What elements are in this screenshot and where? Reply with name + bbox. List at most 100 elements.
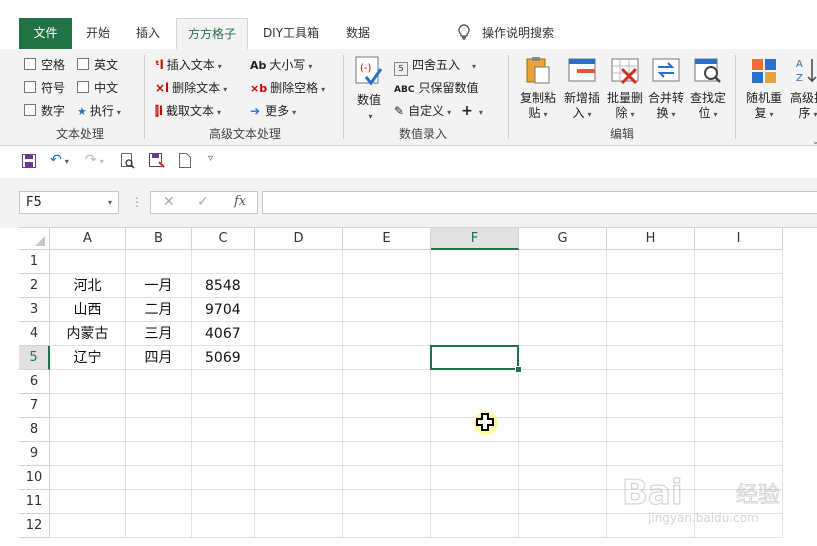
copy-paste-button[interactable]: 复制粘贴▾ [516,55,560,122]
cell-b5[interactable]: 四月 [126,346,192,370]
cell-g8[interactable] [519,418,607,442]
cell-f3[interactable] [431,298,519,322]
cell-c9[interactable] [192,442,255,466]
cell-c10[interactable] [192,466,255,490]
cell-d1[interactable] [255,250,343,274]
checkbox-space[interactable]: 空格 [24,57,65,73]
cell-b11[interactable] [126,490,192,514]
cell-a8[interactable] [50,418,126,442]
cell-i3[interactable] [695,298,783,322]
delete-text-button[interactable]: ×l删除文本▾ [155,80,227,98]
cell-g7[interactable] [519,394,607,418]
cell-h5[interactable] [607,346,695,370]
checkbox-symbol[interactable]: 符号 [24,80,65,96]
cell-d3[interactable] [255,298,343,322]
save-icon[interactable] [22,154,36,171]
tab-file[interactable]: 文件 [19,18,72,49]
cell-c8[interactable] [192,418,255,442]
cell-g4[interactable] [519,322,607,346]
number-big-button[interactable]: (-) 数值▾ [352,55,386,124]
cell-a3[interactable]: 山西 [50,298,126,322]
cell-g6[interactable] [519,370,607,394]
column-header-g[interactable]: G [519,228,607,250]
cell-d2[interactable] [255,274,343,298]
cell-d4[interactable] [255,322,343,346]
print-preview-icon[interactable] [121,153,135,172]
cell-f4[interactable] [431,322,519,346]
tell-me-search[interactable]: 操作说明搜索 [458,18,578,49]
cell-g9[interactable] [519,442,607,466]
row-header-9[interactable]: 9 [19,442,50,466]
column-header-d[interactable]: D [255,228,343,250]
cell-g2[interactable] [519,274,607,298]
cell-b2[interactable]: 一月 [126,274,192,298]
cell-h4[interactable] [607,322,695,346]
cell-a4[interactable]: 内蒙古 [50,322,126,346]
cell-e8[interactable] [343,418,431,442]
checkbox-english[interactable]: 英文 [77,57,118,73]
function-icon[interactable]: fx [234,194,246,209]
more-button[interactable]: ➔更多▾ [250,103,296,121]
extract-text-button[interactable]: ⫿l截取文本▾ [155,103,221,121]
cell-a2[interactable]: 河北 [50,274,126,298]
row-header-2[interactable]: 2 [19,274,50,298]
cell-e9[interactable] [343,442,431,466]
cell-g11[interactable] [519,490,607,514]
more-dots-icon[interactable]: ⋮ [131,195,143,209]
select-all-corner[interactable] [19,228,50,250]
cell-f1[interactable] [431,250,519,274]
column-header-c[interactable]: C [192,228,255,250]
cell-g12[interactable] [519,514,607,538]
column-header-f[interactable]: F [431,228,519,250]
cell-f9[interactable] [431,442,519,466]
cell-b7[interactable] [126,394,192,418]
cell-f10[interactable] [431,466,519,490]
tab-home[interactable]: 开始 [74,18,122,49]
round-button[interactable]: 5四舍五入▾ [394,57,476,76]
cell-d10[interactable] [255,466,343,490]
row-header-10[interactable]: 10 [19,466,50,490]
cell-c2[interactable]: 8548 [192,274,255,298]
redo-icon[interactable]: ↷▾ [85,152,104,168]
cell-d12[interactable] [255,514,343,538]
cell-b8[interactable] [126,418,192,442]
cell-e5[interactable] [343,346,431,370]
cell-e4[interactable] [343,322,431,346]
cell-h9[interactable] [607,442,695,466]
cell-c5[interactable]: 5069 [192,346,255,370]
cell-e2[interactable] [343,274,431,298]
cell-g5[interactable] [519,346,607,370]
customize-qat-icon[interactable]: ▿ [208,153,213,164]
cell-f11[interactable] [431,490,519,514]
column-header-h[interactable]: H [607,228,695,250]
cancel-icon[interactable]: ✕ [163,194,175,210]
tab-fangfang[interactable]: 方方格子 [176,18,248,49]
fill-handle[interactable] [515,366,522,373]
cell-b10[interactable] [126,466,192,490]
cell-e1[interactable] [343,250,431,274]
cell-h3[interactable] [607,298,695,322]
cell-i8[interactable] [695,418,783,442]
cell-h2[interactable] [607,274,695,298]
cell-d8[interactable] [255,418,343,442]
row-header-12[interactable]: 12 [19,514,50,538]
cell-h8[interactable] [607,418,695,442]
random-repeat-button[interactable]: 随机重复▾ [742,55,786,122]
cell-d11[interactable] [255,490,343,514]
cell-b4[interactable]: 三月 [126,322,192,346]
cell-d6[interactable] [255,370,343,394]
name-box[interactable]: F5▾ [19,191,119,214]
row-header-11[interactable]: 11 [19,490,50,514]
cell-d5[interactable] [255,346,343,370]
case-button[interactable]: Ab大小写▾ [250,57,312,75]
custom-button[interactable]: ✎自定义▾+▾ [394,103,483,121]
cell-e3[interactable] [343,298,431,322]
checkbox-chinese[interactable]: 中文 [77,80,118,96]
checkbox-number[interactable]: 数字 [24,103,65,119]
cell-a12[interactable] [50,514,126,538]
tab-data[interactable]: 数据 [334,18,382,49]
cell-d7[interactable] [255,394,343,418]
cell-b6[interactable] [126,370,192,394]
merge-convert-button[interactable]: 合并转换▾ [644,55,688,122]
execute-button[interactable]: ★执行▾ [77,103,121,121]
